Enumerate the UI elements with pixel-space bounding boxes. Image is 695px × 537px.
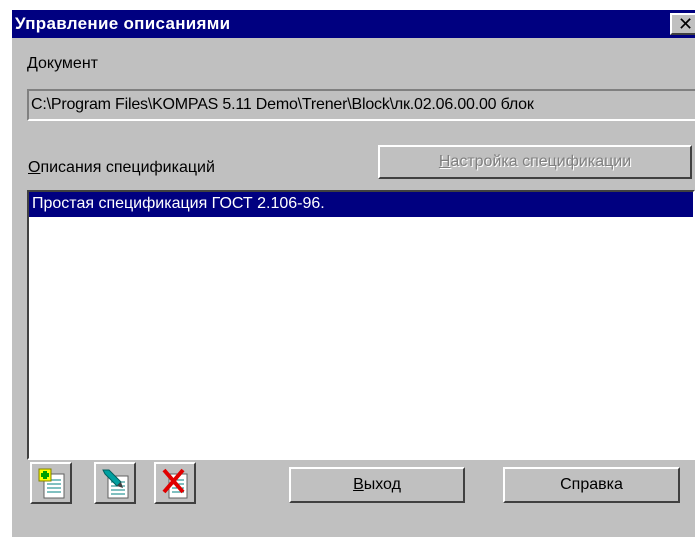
add-description-button[interactable]	[30, 462, 72, 504]
help-button-label: Справка	[560, 476, 623, 493]
add-description-icon	[38, 468, 65, 499]
page-top-strip	[0, 0, 695, 10]
exit-button-label: Выход	[353, 476, 401, 493]
document-path-field[interactable]: C:\Program Files\KOMPAS 5.11 Demo\Trener…	[27, 89, 695, 121]
edit-description-icon	[102, 469, 129, 499]
specification-settings-label: Настройка спецификации	[438, 153, 632, 170]
delete-description-button[interactable]	[154, 462, 196, 504]
list-item-label: Простая спецификация ГОСТ 2.106-96.	[32, 195, 325, 212]
document-label: Документ	[27, 55, 98, 72]
manage-descriptions-dialog: Управление описаниями ✕ Документ C:\Prog…	[12, 10, 695, 537]
document-path-value: C:\Program Files\KOMPAS 5.11 Demo\Trener…	[31, 96, 534, 113]
specification-settings-button[interactable]: Настройка спецификации	[378, 145, 692, 179]
exit-button[interactable]: Выход	[289, 467, 465, 503]
help-button[interactable]: Справка	[503, 467, 680, 503]
close-button[interactable]: ✕	[670, 13, 695, 35]
delete-description-icon	[162, 468, 188, 499]
list-item[interactable]: Простая спецификация ГОСТ 2.106-96.	[29, 192, 693, 217]
descriptions-label: Описания спецификаций	[28, 159, 215, 176]
descriptions-list[interactable]: Простая спецификация ГОСТ 2.106-96.	[27, 190, 695, 460]
edit-description-button[interactable]	[94, 462, 136, 504]
close-icon: ✕	[678, 14, 694, 35]
window-title: Управление описаниями	[15, 14, 231, 33]
title-bar: Управление описаниями ✕	[12, 10, 695, 38]
